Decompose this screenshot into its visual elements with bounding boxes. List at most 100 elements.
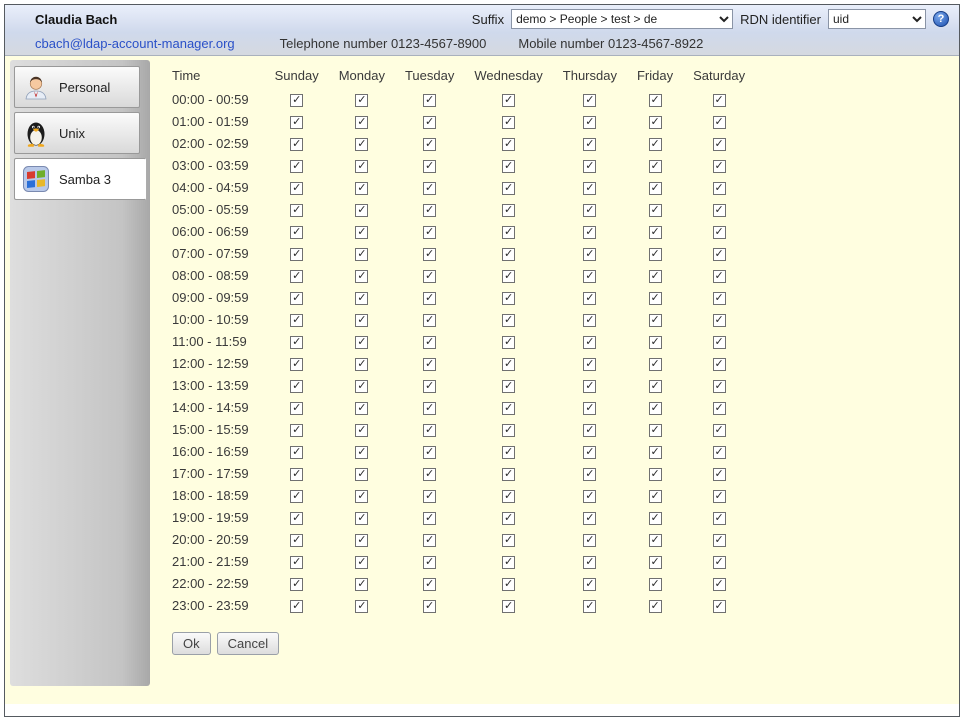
schedule-checkbox[interactable] <box>649 446 662 459</box>
schedule-checkbox[interactable] <box>355 468 368 481</box>
schedule-checkbox[interactable] <box>423 600 436 613</box>
schedule-checkbox[interactable] <box>583 314 596 327</box>
schedule-checkbox[interactable] <box>423 556 436 569</box>
schedule-checkbox[interactable] <box>649 424 662 437</box>
schedule-checkbox[interactable] <box>502 512 515 525</box>
schedule-checkbox[interactable] <box>502 600 515 613</box>
schedule-checkbox[interactable] <box>355 380 368 393</box>
schedule-checkbox[interactable] <box>355 248 368 261</box>
schedule-checkbox[interactable] <box>355 226 368 239</box>
schedule-checkbox[interactable] <box>290 116 303 129</box>
schedule-checkbox[interactable] <box>713 94 726 107</box>
schedule-checkbox[interactable] <box>649 314 662 327</box>
schedule-checkbox[interactable] <box>290 402 303 415</box>
schedule-checkbox[interactable] <box>583 116 596 129</box>
schedule-checkbox[interactable] <box>290 138 303 151</box>
schedule-checkbox[interactable] <box>502 490 515 503</box>
schedule-checkbox[interactable] <box>423 512 436 525</box>
schedule-checkbox[interactable] <box>355 512 368 525</box>
schedule-checkbox[interactable] <box>713 314 726 327</box>
schedule-checkbox[interactable] <box>649 270 662 283</box>
schedule-checkbox[interactable] <box>355 556 368 569</box>
schedule-checkbox[interactable] <box>290 160 303 173</box>
schedule-checkbox[interactable] <box>355 424 368 437</box>
schedule-checkbox[interactable] <box>502 138 515 151</box>
schedule-checkbox[interactable] <box>713 490 726 503</box>
schedule-checkbox[interactable] <box>713 182 726 195</box>
schedule-checkbox[interactable] <box>290 292 303 305</box>
schedule-checkbox[interactable] <box>583 578 596 591</box>
schedule-checkbox[interactable] <box>502 578 515 591</box>
schedule-checkbox[interactable] <box>649 182 662 195</box>
schedule-checkbox[interactable] <box>649 94 662 107</box>
schedule-checkbox[interactable] <box>583 446 596 459</box>
schedule-checkbox[interactable] <box>290 534 303 547</box>
schedule-checkbox[interactable] <box>583 138 596 151</box>
tab-unix[interactable]: Unix <box>14 112 140 154</box>
schedule-checkbox[interactable] <box>649 534 662 547</box>
schedule-checkbox[interactable] <box>713 424 726 437</box>
schedule-checkbox[interactable] <box>713 226 726 239</box>
schedule-checkbox[interactable] <box>649 578 662 591</box>
schedule-checkbox[interactable] <box>423 138 436 151</box>
tab-personal[interactable]: Personal <box>14 66 140 108</box>
schedule-checkbox[interactable] <box>713 292 726 305</box>
schedule-checkbox[interactable] <box>355 292 368 305</box>
schedule-checkbox[interactable] <box>355 204 368 217</box>
schedule-checkbox[interactable] <box>502 446 515 459</box>
schedule-checkbox[interactable] <box>355 446 368 459</box>
schedule-checkbox[interactable] <box>423 204 436 217</box>
schedule-checkbox[interactable] <box>649 402 662 415</box>
schedule-checkbox[interactable] <box>583 226 596 239</box>
schedule-checkbox[interactable] <box>502 402 515 415</box>
schedule-checkbox[interactable] <box>290 490 303 503</box>
schedule-checkbox[interactable] <box>649 116 662 129</box>
cancel-button[interactable]: Cancel <box>217 632 279 655</box>
schedule-checkbox[interactable] <box>713 336 726 349</box>
schedule-checkbox[interactable] <box>502 556 515 569</box>
schedule-checkbox[interactable] <box>423 336 436 349</box>
schedule-checkbox[interactable] <box>583 600 596 613</box>
schedule-checkbox[interactable] <box>355 600 368 613</box>
schedule-checkbox[interactable] <box>355 138 368 151</box>
schedule-checkbox[interactable] <box>713 204 726 217</box>
schedule-checkbox[interactable] <box>423 116 436 129</box>
schedule-checkbox[interactable] <box>713 578 726 591</box>
schedule-checkbox[interactable] <box>290 446 303 459</box>
schedule-checkbox[interactable] <box>290 600 303 613</box>
schedule-checkbox[interactable] <box>355 402 368 415</box>
schedule-checkbox[interactable] <box>502 160 515 173</box>
schedule-checkbox[interactable] <box>583 402 596 415</box>
schedule-checkbox[interactable] <box>290 248 303 261</box>
schedule-checkbox[interactable] <box>649 468 662 481</box>
schedule-checkbox[interactable] <box>713 270 726 283</box>
schedule-checkbox[interactable] <box>502 534 515 547</box>
schedule-checkbox[interactable] <box>290 424 303 437</box>
schedule-checkbox[interactable] <box>423 182 436 195</box>
schedule-checkbox[interactable] <box>583 512 596 525</box>
schedule-checkbox[interactable] <box>502 292 515 305</box>
schedule-checkbox[interactable] <box>423 314 436 327</box>
schedule-checkbox[interactable] <box>290 358 303 371</box>
schedule-checkbox[interactable] <box>649 248 662 261</box>
schedule-checkbox[interactable] <box>583 556 596 569</box>
schedule-checkbox[interactable] <box>423 292 436 305</box>
schedule-checkbox[interactable] <box>713 446 726 459</box>
schedule-checkbox[interactable] <box>355 116 368 129</box>
schedule-checkbox[interactable] <box>649 512 662 525</box>
schedule-checkbox[interactable] <box>649 226 662 239</box>
schedule-checkbox[interactable] <box>713 534 726 547</box>
schedule-checkbox[interactable] <box>290 270 303 283</box>
schedule-checkbox[interactable] <box>355 94 368 107</box>
schedule-checkbox[interactable] <box>713 468 726 481</box>
schedule-checkbox[interactable] <box>713 248 726 261</box>
rdn-identifier-select[interactable]: uid <box>828 9 926 29</box>
schedule-checkbox[interactable] <box>502 182 515 195</box>
schedule-checkbox[interactable] <box>649 600 662 613</box>
schedule-checkbox[interactable] <box>713 138 726 151</box>
schedule-checkbox[interactable] <box>502 358 515 371</box>
ok-button[interactable]: Ok <box>172 632 211 655</box>
help-icon[interactable]: ? <box>933 11 949 27</box>
schedule-checkbox[interactable] <box>355 358 368 371</box>
schedule-checkbox[interactable] <box>290 314 303 327</box>
